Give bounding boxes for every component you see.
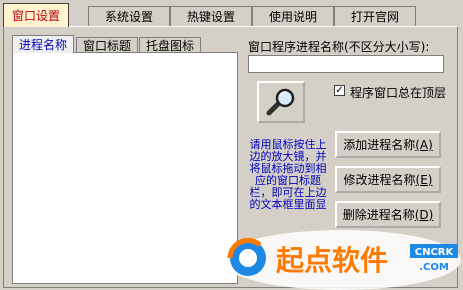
- tab-instructions[interactable]: 使用说明: [252, 6, 334, 26]
- add-process-button[interactable]: 添加进程名称 (A): [335, 131, 441, 158]
- tab-open-website[interactable]: 打开官网: [334, 6, 416, 26]
- button-label: 添加进程名称: [343, 138, 416, 152]
- delete-process-button[interactable]: 删除进程名称 (D): [335, 201, 441, 228]
- subtab-label: 窗口标题: [82, 38, 131, 53]
- process-name-label: 窗口程序进程名称(不区分大小写):: [248, 40, 430, 54]
- logo-swirl-icon: [227, 237, 266, 276]
- modify-process-button[interactable]: 修改进程名称 (E): [335, 166, 441, 193]
- topmost-label: 程序窗口总在顶层: [350, 86, 447, 100]
- drag-hint-text: 请用鼠标按住上边的放大镜，并将鼠标拖动到相应的窗口标题栏，即可在上边的文本框里面…: [249, 139, 327, 211]
- watermark-domain: CNCRK: [415, 247, 455, 258]
- site-watermark-logo: 起点软件 CNCRK .COM: [221, 230, 461, 290]
- process-list[interactable]: [12, 52, 238, 284]
- tab-label: 系统设置: [104, 10, 153, 24]
- button-shortcut: (A): [415, 137, 433, 152]
- tab-system-settings[interactable]: 系统设置: [88, 6, 170, 26]
- subtab-window-title[interactable]: 窗口标题: [76, 37, 138, 53]
- process-name-input[interactable]: [248, 55, 444, 73]
- subtab-tray-icon[interactable]: 托盘图标: [139, 37, 201, 53]
- watermark-tld: .COM: [419, 262, 449, 273]
- tab-hotkey-settings[interactable]: 热键设置: [170, 6, 252, 26]
- topmost-checkbox[interactable]: ✓: [334, 85, 345, 96]
- button-label: 修改进程名称: [343, 173, 416, 187]
- button-shortcut: (E): [415, 172, 433, 187]
- tab-label: 打开官网: [350, 10, 399, 24]
- subtab-process-name[interactable]: 进程名称: [12, 35, 74, 53]
- subtab-label: 托盘图标: [145, 38, 194, 53]
- magnifier-drag-button[interactable]: [257, 81, 305, 123]
- subtab-label: 进程名称: [18, 38, 67, 52]
- tab-label: 热键设置: [186, 10, 235, 24]
- watermark-text: 起点软件: [276, 244, 388, 277]
- magnifier-icon: [266, 88, 295, 116]
- tab-window-settings[interactable]: 窗口设置: [3, 3, 69, 27]
- button-label: 删除进程名称: [342, 208, 415, 222]
- tab-label: 窗口设置: [11, 9, 60, 23]
- tab-label: 使用说明: [268, 10, 317, 24]
- button-shortcut: (D): [414, 207, 434, 222]
